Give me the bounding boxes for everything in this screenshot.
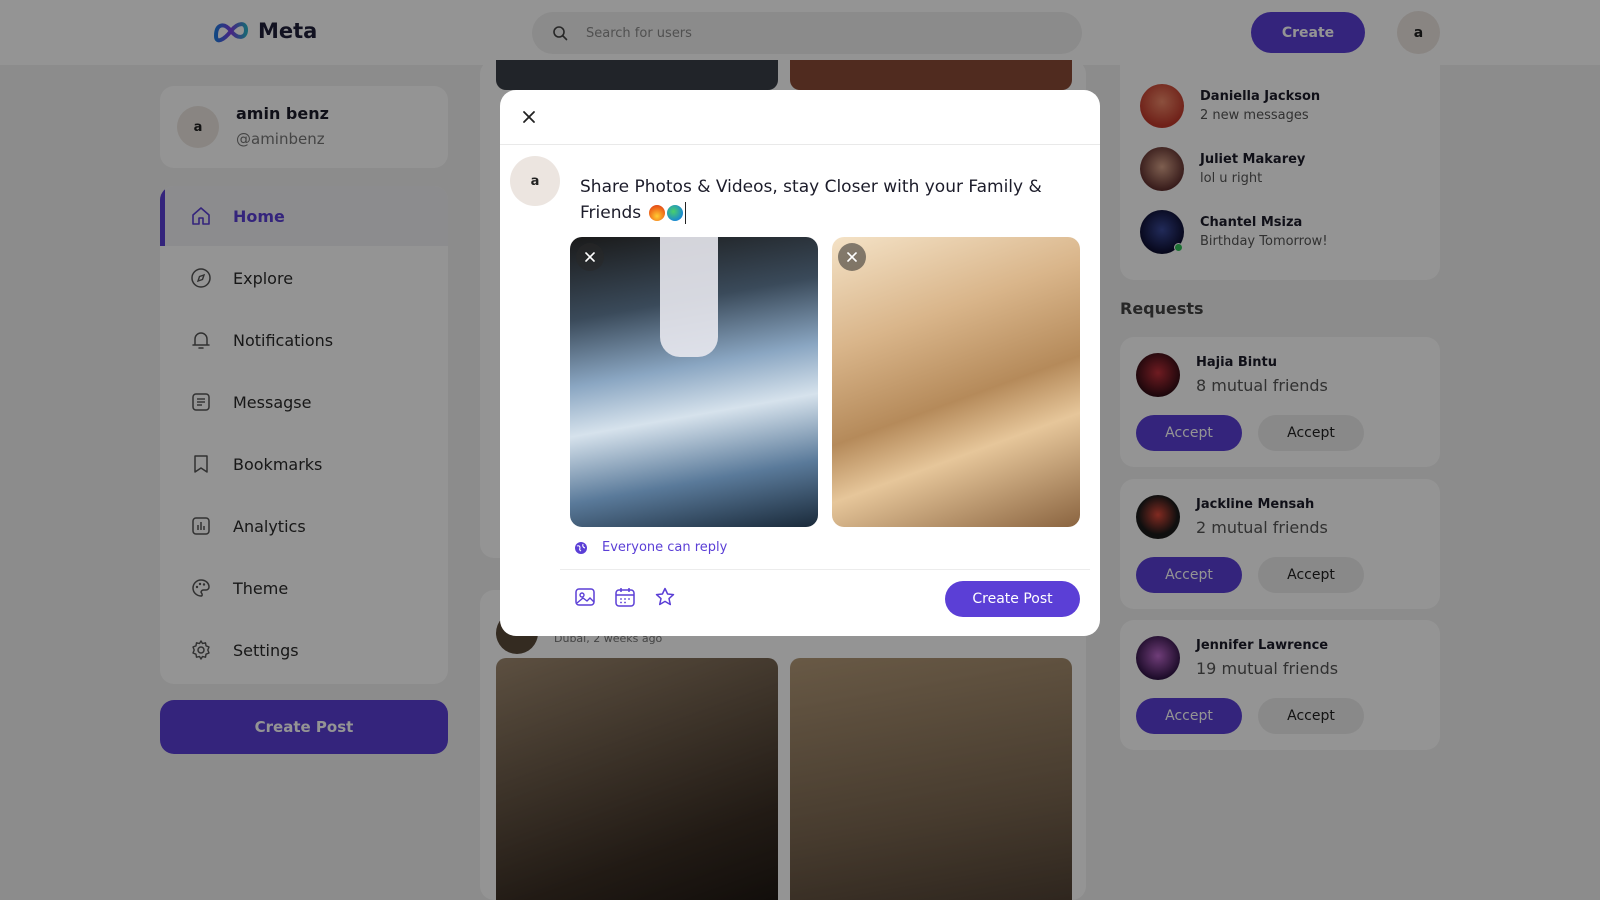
image-icon[interactable] xyxy=(574,586,596,608)
globe-icon xyxy=(575,541,587,554)
close-modal-button[interactable] xyxy=(517,105,541,129)
create-post-modal: a Share Photos & Videos, stay Closer wit… xyxy=(500,90,1100,636)
divider xyxy=(560,569,1090,570)
divider xyxy=(500,144,1100,145)
calendar-icon[interactable] xyxy=(614,586,636,608)
reply-setting[interactable]: Everyone can reply xyxy=(574,540,727,555)
close-icon xyxy=(523,111,535,123)
image-preview xyxy=(570,237,818,527)
globe-emoji-icon xyxy=(666,205,683,221)
reply-setting-label: Everyone can reply xyxy=(602,540,728,555)
close-icon xyxy=(847,252,857,262)
create-post-button[interactable]: Create Post xyxy=(945,581,1080,617)
text-caret xyxy=(684,202,686,224)
post-text-input[interactable]: Share Photos & Videos, stay Closer with … xyxy=(580,174,1050,226)
close-icon xyxy=(585,252,595,262)
preview-subject xyxy=(660,237,718,357)
fire-emoji-icon xyxy=(648,205,665,221)
image-preview xyxy=(832,237,1080,527)
composer-avatar: a xyxy=(510,156,560,206)
star-icon[interactable] xyxy=(654,586,676,608)
remove-image-button[interactable] xyxy=(838,243,866,271)
remove-image-button[interactable] xyxy=(576,243,604,271)
